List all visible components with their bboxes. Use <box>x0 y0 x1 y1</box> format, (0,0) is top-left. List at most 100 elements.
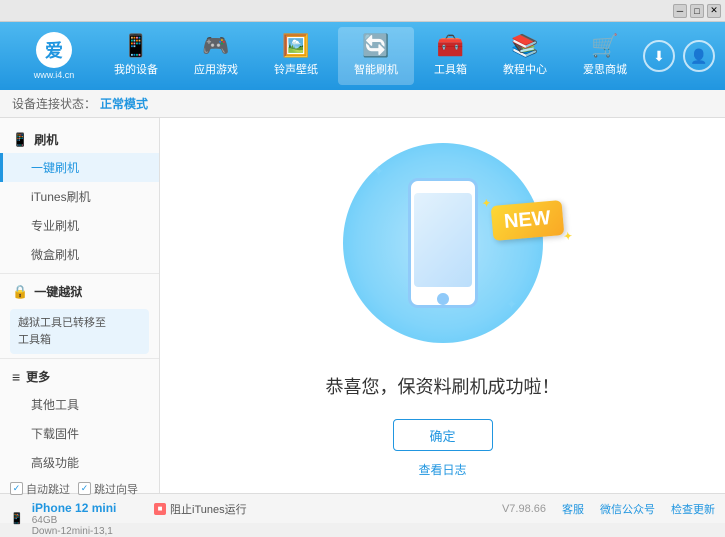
tutorials-icon: 📚 <box>511 35 538 57</box>
section-more-title: ≡ 更多 <box>0 363 159 390</box>
title-bar: ─ □ ✕ <box>0 0 725 22</box>
auto-jump-checkbox[interactable]: 自动跳过 <box>10 481 70 497</box>
sidebar-section-flash: 📱 刷机 一键刷机 iTunes刷机 专业刷机 微盒刷机 <box>0 126 159 269</box>
phone-home-btn <box>437 293 449 305</box>
user-button[interactable]: 👤 <box>683 40 715 72</box>
content-area: ✦ ✦ NEW 恭喜您，保资料刷机成功啦！ 确定 查看日志 <box>160 118 725 493</box>
itunes-stop-label: 阻止iTunes运行 <box>170 501 247 517</box>
ai-store-icon: 🛒 <box>591 35 618 57</box>
top-nav: 爱 www.i4.cn 📱 我的设备 🎮 应用游戏 🖼️ 铃声壁纸 🔄 智能刷机… <box>0 22 725 90</box>
status-bar: 设备连接状态： 正常模式 <box>0 90 725 118</box>
logo-url: www.i4.cn <box>34 70 75 80</box>
device-storage: 64GB <box>32 515 117 526</box>
window-controls: ─ □ ✕ <box>673 4 721 18</box>
review-log-link[interactable]: 查看日志 <box>418 461 466 478</box>
apps-games-label: 应用游戏 <box>194 61 238 77</box>
other-tools-label: 其他工具 <box>31 398 79 412</box>
sidebar-divider-1 <box>0 273 159 274</box>
device-detail: Down-12mini-13,1 <box>32 526 117 537</box>
sidebar: 📱 刷机 一键刷机 iTunes刷机 专业刷机 微盒刷机 🔒 一键越狱 越 <box>0 118 160 493</box>
sidebar-item-other-tools[interactable]: 其他工具 <box>0 390 159 419</box>
jailbreak-note: 越狱工具已转移至工具箱 <box>10 309 149 354</box>
sidebar-section-more: ≡ 更多 其他工具 下载固件 高级功能 <box>0 363 159 477</box>
my-device-icon: 📱 <box>122 35 149 57</box>
sidebar-divider-2 <box>0 358 159 359</box>
skip-wizard-box <box>78 482 91 495</box>
sidebar-section-jailbreak: 🔒 一键越狱 越狱工具已转移至工具箱 <box>0 278 159 354</box>
nav-smart-flash[interactable]: 🔄 智能刷机 <box>338 27 414 85</box>
version-text: V7.98.66 <box>502 503 546 515</box>
logo-icon: 爱 <box>36 32 72 68</box>
nav-toolbox[interactable]: 🧰 工具箱 <box>418 27 483 85</box>
toolbox-icon: 🧰 <box>437 35 464 57</box>
nav-wallpaper[interactable]: 🖼️ 铃声壁纸 <box>258 27 334 85</box>
nav-ai-store[interactable]: 🛒 爱思商城 <box>567 27 643 85</box>
flash-section-icon: 📱 <box>12 132 28 148</box>
phone-illustration: ✦ ✦ NEW <box>343 133 543 353</box>
sparkle-1: ✦ <box>373 163 385 180</box>
wallpaper-label: 铃声壁纸 <box>274 61 318 77</box>
check-update-link[interactable]: 检查更新 <box>671 501 715 517</box>
pro-flash-label: 专业刷机 <box>31 219 79 233</box>
device-icon: 📱 <box>10 512 24 525</box>
section-flash-title: 📱 刷机 <box>0 126 159 153</box>
flash-section-label: 刷机 <box>34 131 58 148</box>
nav-my-device[interactable]: 📱 我的设备 <box>98 27 174 85</box>
device-name: iPhone 12 mini <box>32 501 117 515</box>
lock-icon: 🔒 <box>12 284 28 300</box>
minimize-button[interactable]: ─ <box>673 4 687 18</box>
skip-wizard-label: 跳过向导 <box>94 481 138 497</box>
itunes-stop-button[interactable]: ■ 阻止iTunes运行 <box>154 501 247 517</box>
sidebar-item-itunes-flash[interactable]: iTunes刷机 <box>0 182 159 211</box>
more-section-label: 更多 <box>26 368 50 385</box>
one-key-flash-label: 一键刷机 <box>31 161 79 175</box>
status-label: 设备连接状态： <box>12 95 96 112</box>
status-value: 正常模式 <box>100 95 148 112</box>
wechat-official-link[interactable]: 微信公众号 <box>600 501 655 517</box>
skip-wizard-checkbox[interactable]: 跳过向导 <box>78 481 138 497</box>
sidebar-item-advanced[interactable]: 高级功能 <box>0 448 159 477</box>
phone-screen <box>414 193 472 287</box>
download-button[interactable]: ⬇ <box>643 40 675 72</box>
stop-icon: ■ <box>154 503 166 515</box>
sidebar-item-data-flash[interactable]: 微盒刷机 <box>0 240 159 269</box>
logo[interactable]: 爱 www.i4.cn <box>10 32 98 80</box>
toolbox-label: 工具箱 <box>434 61 467 77</box>
phone-shape <box>408 178 478 308</box>
auto-jump-box <box>10 482 23 495</box>
bottom-bar: 自动跳过 跳过向导 📱 iPhone 12 mini 64GB Down-12m… <box>0 493 725 523</box>
my-device-label: 我的设备 <box>114 61 158 77</box>
nav-items: 📱 我的设备 🎮 应用游戏 🖼️ 铃声壁纸 🔄 智能刷机 🧰 工具箱 📚 教程中… <box>98 27 643 85</box>
data-flash-label: 微盒刷机 <box>31 248 79 262</box>
maximize-button[interactable]: □ <box>690 4 704 18</box>
device-info: iPhone 12 mini 64GB Down-12mini-13,1 <box>32 501 117 537</box>
confirm-button[interactable]: 确定 <box>393 419 493 451</box>
auto-jump-label: 自动跳过 <box>26 481 70 497</box>
section-jailbreak-title: 🔒 一键越狱 <box>0 278 159 305</box>
bottom-right: V7.98.66 客服 微信公众号 检查更新 <box>502 501 715 517</box>
more-icon: ≡ <box>12 369 20 385</box>
advanced-label: 高级功能 <box>31 456 79 470</box>
nav-apps-games[interactable]: 🎮 应用游戏 <box>178 27 254 85</box>
smart-flash-icon: 🔄 <box>362 35 389 57</box>
download-firmware-label: 下载固件 <box>31 427 79 441</box>
smart-flash-label: 智能刷机 <box>354 61 398 77</box>
tutorials-label: 教程中心 <box>503 61 547 77</box>
new-badge: NEW <box>490 200 563 241</box>
itunes-flash-label: iTunes刷机 <box>31 190 91 204</box>
sparkle-2: ✦ <box>506 296 518 313</box>
sidebar-item-one-key-flash[interactable]: 一键刷机 <box>0 153 159 182</box>
ai-store-label: 爱思商城 <box>583 61 627 77</box>
wallpaper-icon: 🖼️ <box>282 35 309 57</box>
nav-tutorials[interactable]: 📚 教程中心 <box>487 27 563 85</box>
main-layout: 📱 刷机 一键刷机 iTunes刷机 专业刷机 微盒刷机 🔒 一键越狱 越 <box>0 118 725 493</box>
phone-circle: ✦ ✦ <box>343 143 543 343</box>
customer-service-link[interactable]: 客服 <box>562 501 584 517</box>
close-button[interactable]: ✕ <box>707 4 721 18</box>
success-title: 恭喜您，保资料刷机成功啦！ <box>326 373 560 399</box>
sidebar-item-pro-flash[interactable]: 专业刷机 <box>0 211 159 240</box>
jailbreak-section-label: 一键越狱 <box>34 283 82 300</box>
sidebar-item-download-firmware[interactable]: 下载固件 <box>0 419 159 448</box>
nav-right: ⬇ 👤 <box>643 40 715 72</box>
apps-games-icon: 🎮 <box>202 35 229 57</box>
